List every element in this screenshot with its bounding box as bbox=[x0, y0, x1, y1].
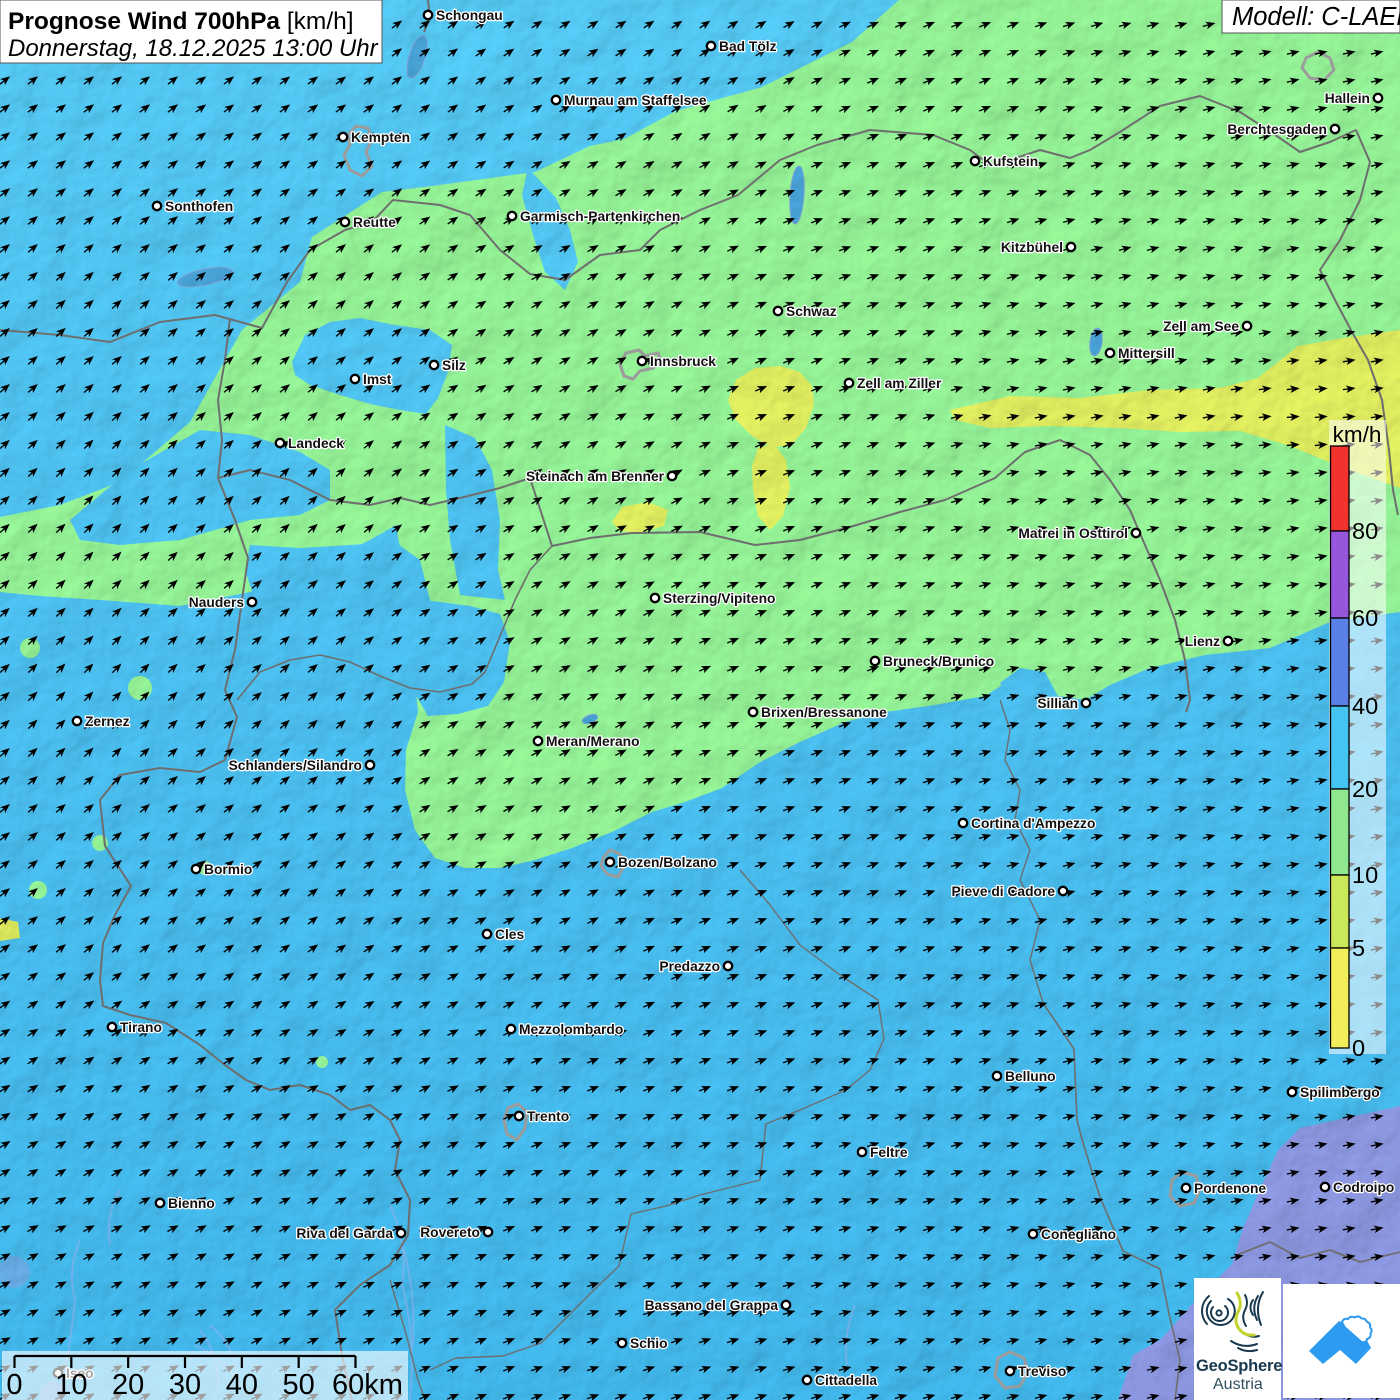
svg-text:Donnerstag, 18.12.2025 13:00 U: Donnerstag, 18.12.2025 13:00 Uhr bbox=[8, 35, 379, 62]
svg-text:Sonthofen: Sonthofen bbox=[165, 199, 233, 214]
svg-text:Schwaz: Schwaz bbox=[786, 304, 837, 319]
svg-text:Codroipo: Codroipo bbox=[1333, 1180, 1394, 1195]
svg-text:Kufstein: Kufstein bbox=[983, 154, 1038, 169]
svg-text:Landeck: Landeck bbox=[288, 436, 344, 451]
svg-text:Modell: C-LAEF: Modell: C-LAEF bbox=[1232, 3, 1400, 31]
svg-text:Lienz: Lienz bbox=[1185, 634, 1220, 649]
svg-text:Bormio: Bormio bbox=[204, 862, 252, 877]
svg-text:Spilimbergo: Spilimbergo bbox=[1300, 1085, 1380, 1100]
svg-text:10: 10 bbox=[1352, 862, 1378, 888]
svg-text:Schongau: Schongau bbox=[436, 8, 503, 23]
svg-text:Silz: Silz bbox=[442, 358, 466, 373]
svg-text:Riva del Garda: Riva del Garda bbox=[296, 1226, 393, 1241]
svg-text:Zell am See: Zell am See bbox=[1163, 319, 1239, 334]
svg-text:40: 40 bbox=[226, 1369, 258, 1400]
svg-text:20: 20 bbox=[1352, 776, 1378, 802]
svg-text:Zell am Ziller: Zell am Ziller bbox=[857, 376, 942, 391]
svg-text:Zernez: Zernez bbox=[85, 714, 130, 729]
svg-text:Trento: Trento bbox=[527, 1109, 569, 1124]
svg-text:Schio: Schio bbox=[630, 1336, 668, 1351]
svg-text:0: 0 bbox=[6, 1369, 22, 1400]
svg-text:Matrei in Osttirol: Matrei in Osttirol bbox=[1018, 526, 1128, 541]
svg-text:Steinach am Brenner: Steinach am Brenner bbox=[526, 469, 665, 484]
svg-text:Berchtesgaden: Berchtesgaden bbox=[1227, 122, 1327, 137]
svg-text:Kempten: Kempten bbox=[351, 130, 410, 145]
svg-text:Bruneck/Brunico: Bruneck/Brunico bbox=[883, 654, 994, 669]
svg-text:Rovereto: Rovereto bbox=[420, 1225, 480, 1240]
svg-text:Cles: Cles bbox=[495, 927, 524, 942]
svg-text:Prognose Wind 700hPa [km/h]: Prognose Wind 700hPa [km/h] bbox=[8, 8, 354, 35]
svg-text:40: 40 bbox=[1352, 693, 1378, 719]
svg-text:Belluno: Belluno bbox=[1005, 1069, 1056, 1084]
svg-text:Austria: Austria bbox=[1213, 1376, 1263, 1393]
svg-text:Treviso: Treviso bbox=[1018, 1364, 1066, 1379]
svg-text:Bassano del Grappa: Bassano del Grappa bbox=[645, 1298, 779, 1313]
svg-text:km/h: km/h bbox=[1333, 422, 1382, 447]
svg-text:20: 20 bbox=[112, 1369, 144, 1400]
svg-text:60: 60 bbox=[1352, 605, 1378, 631]
svg-text:Bad Tölz: Bad Tölz bbox=[719, 39, 777, 54]
svg-text:GeoSphere: GeoSphere bbox=[1196, 1357, 1282, 1375]
svg-text:50: 50 bbox=[283, 1369, 315, 1400]
svg-text:5: 5 bbox=[1352, 935, 1365, 961]
svg-text:Sillian: Sillian bbox=[1037, 696, 1078, 711]
svg-text:Pordenone: Pordenone bbox=[1194, 1181, 1266, 1196]
svg-text:Innsbruck: Innsbruck bbox=[650, 354, 716, 369]
svg-text:60km: 60km bbox=[332, 1369, 403, 1400]
svg-text:Murnau am Staffelsee: Murnau am Staffelsee bbox=[564, 93, 707, 108]
svg-text:Cittadella: Cittadella bbox=[815, 1373, 877, 1388]
svg-text:Kitzbühel: Kitzbühel bbox=[1001, 240, 1063, 255]
svg-text:Reutte: Reutte bbox=[353, 215, 396, 230]
svg-text:Pieve di Cadore: Pieve di Cadore bbox=[951, 884, 1055, 899]
svg-text:Brixen/Bressanone: Brixen/Bressanone bbox=[761, 705, 887, 720]
svg-text:Tirano: Tirano bbox=[120, 1020, 162, 1035]
svg-text:Schlanders/Silandro: Schlanders/Silandro bbox=[229, 758, 362, 773]
svg-text:Bienno: Bienno bbox=[168, 1196, 215, 1211]
svg-text:Bozen/Bolzano: Bozen/Bolzano bbox=[618, 855, 717, 870]
svg-text:Imst: Imst bbox=[363, 372, 392, 387]
svg-text:30: 30 bbox=[169, 1369, 201, 1400]
svg-text:Mittersill: Mittersill bbox=[1118, 346, 1175, 361]
svg-text:Meran/Merano: Meran/Merano bbox=[546, 734, 640, 749]
svg-text:80: 80 bbox=[1352, 518, 1378, 544]
svg-text:10: 10 bbox=[55, 1369, 87, 1400]
svg-text:Hallein: Hallein bbox=[1325, 91, 1370, 106]
svg-text:Predazzo: Predazzo bbox=[659, 959, 720, 974]
svg-text:Feltre: Feltre bbox=[870, 1145, 908, 1160]
svg-text:Sterzing/Vipiteno: Sterzing/Vipiteno bbox=[663, 591, 775, 606]
svg-text:0: 0 bbox=[1352, 1035, 1365, 1061]
svg-text:Cortina d'Ampezzo: Cortina d'Ampezzo bbox=[971, 816, 1095, 831]
svg-text:Nauders: Nauders bbox=[189, 595, 245, 610]
svg-text:Garmisch-Partenkirchen: Garmisch-Partenkirchen bbox=[520, 209, 680, 224]
svg-text:Mezzolombardo: Mezzolombardo bbox=[519, 1022, 623, 1037]
svg-text:Conegliano: Conegliano bbox=[1041, 1227, 1116, 1242]
